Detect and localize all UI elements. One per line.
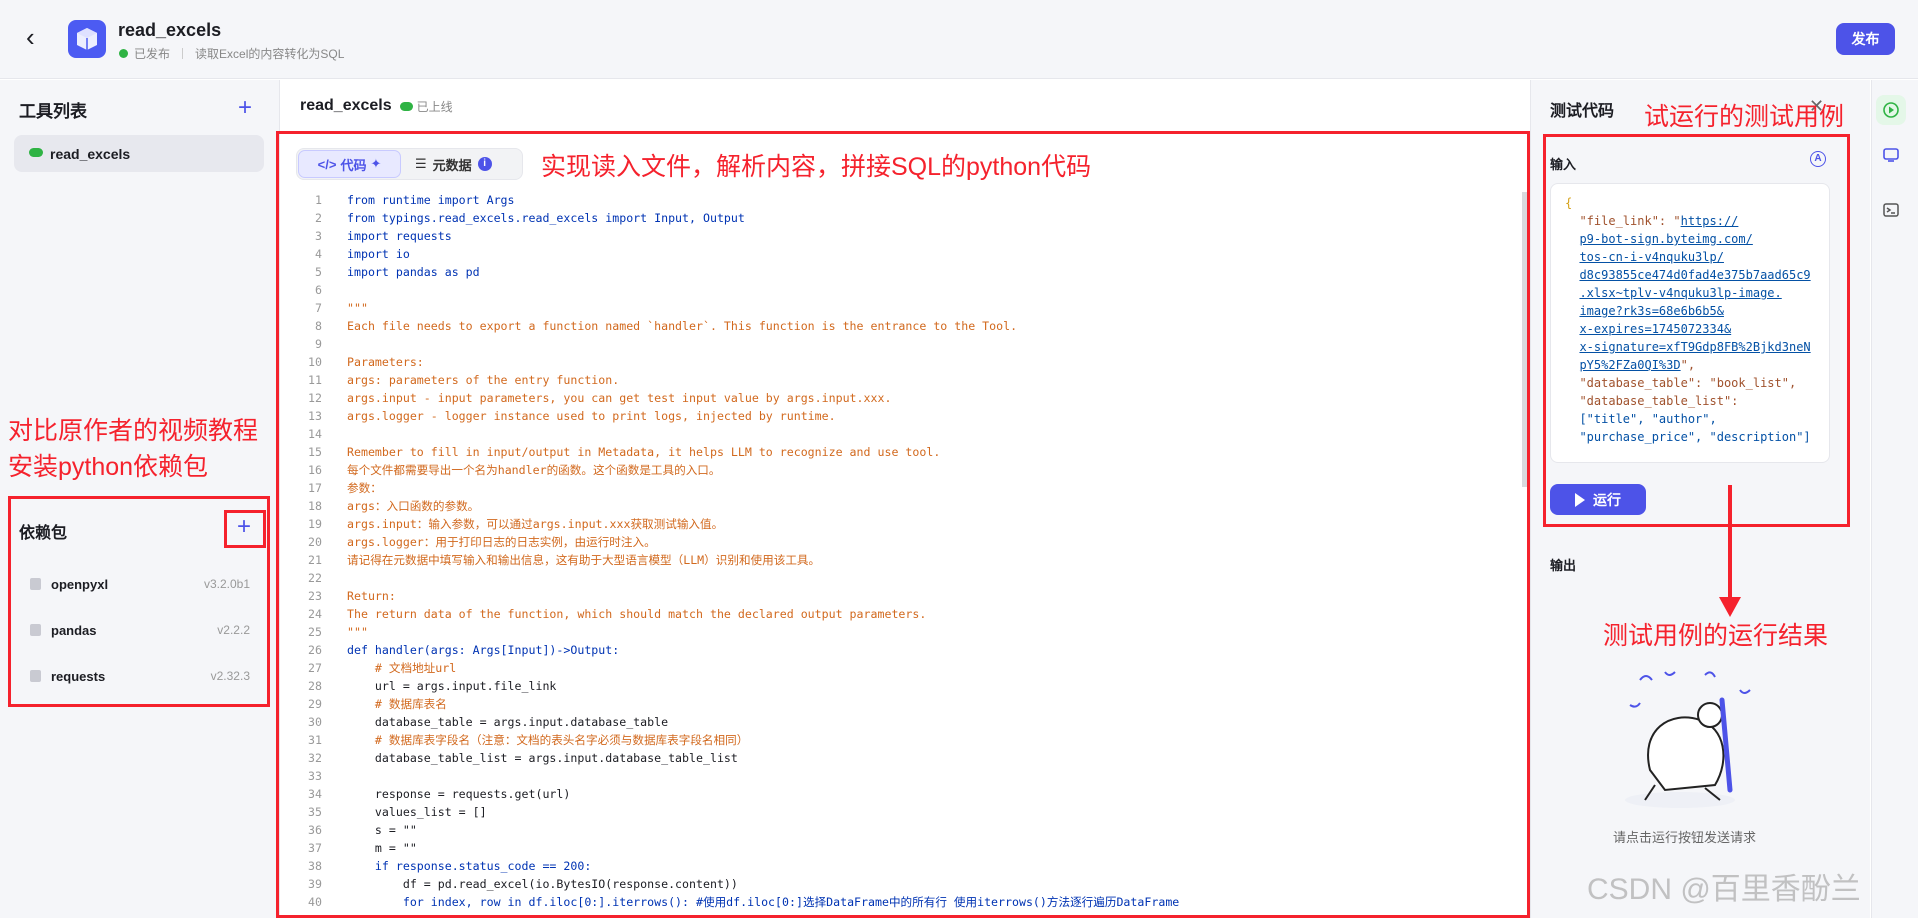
deps-annotation-line2: 安装python依赖包 xyxy=(8,453,209,481)
tool-item-label: read_excels xyxy=(50,145,131,162)
app-cube-icon xyxy=(68,20,106,58)
online-status-label: 已上线 xyxy=(416,99,453,114)
cloud-online-icon xyxy=(29,148,43,157)
editor-header: read_excels 已上线 xyxy=(300,97,453,115)
published-check-icon xyxy=(119,49,128,58)
divider xyxy=(182,48,184,59)
tools-title: 工具列表 xyxy=(19,102,87,121)
editor-title: read_excels xyxy=(300,97,392,114)
back-arrow-icon[interactable]: ‹ xyxy=(26,24,50,50)
rail-run-test-icon[interactable] xyxy=(1876,95,1906,125)
annotation-arrow xyxy=(1728,485,1732,605)
test-panel-title: 测试代码 xyxy=(1550,103,1615,120)
publish-button[interactable]: 发布 xyxy=(1836,23,1895,55)
publish-status: 已发布 xyxy=(134,47,171,61)
online-status: 已上线 xyxy=(399,98,453,115)
app-title: read_excels xyxy=(118,20,222,40)
top-bar xyxy=(0,0,1918,79)
empty-state-hint: 请点击运行按钮发送请求 xyxy=(1613,830,1757,845)
tool-item-read-excels[interactable]: read_excels xyxy=(14,135,264,172)
watermark: CSDN @百里香酚兰 xyxy=(1587,873,1861,906)
empty-state-illustration xyxy=(1625,671,1751,808)
cloud-online-icon xyxy=(399,101,413,111)
app-description: 读取Excel的内容转化为SQL xyxy=(195,47,345,61)
add-dependency-highlight xyxy=(224,510,266,548)
code-annotation-box xyxy=(276,131,1530,918)
output-label: 输出 xyxy=(1550,558,1577,573)
deps-annotation-line1: 对比原作者的视频教程 xyxy=(8,417,259,445)
rail-terminal-icon[interactable] xyxy=(1876,195,1906,225)
test-annotation-box xyxy=(1543,134,1850,527)
result-annotation: 测试用例的运行结果 xyxy=(1603,622,1829,650)
add-tool-icon[interactable]: + xyxy=(238,96,252,120)
code-annotation: 实现读入文件，解析内容，拼接SQL的python代码 xyxy=(541,153,1092,181)
rail-monitor-icon[interactable] xyxy=(1876,140,1906,170)
annotation-arrowhead xyxy=(1719,597,1741,617)
test-annotation: 试运行的测试用例 xyxy=(1644,103,1845,131)
app-meta: 已发布 读取Excel的内容转化为SQL xyxy=(119,45,344,62)
